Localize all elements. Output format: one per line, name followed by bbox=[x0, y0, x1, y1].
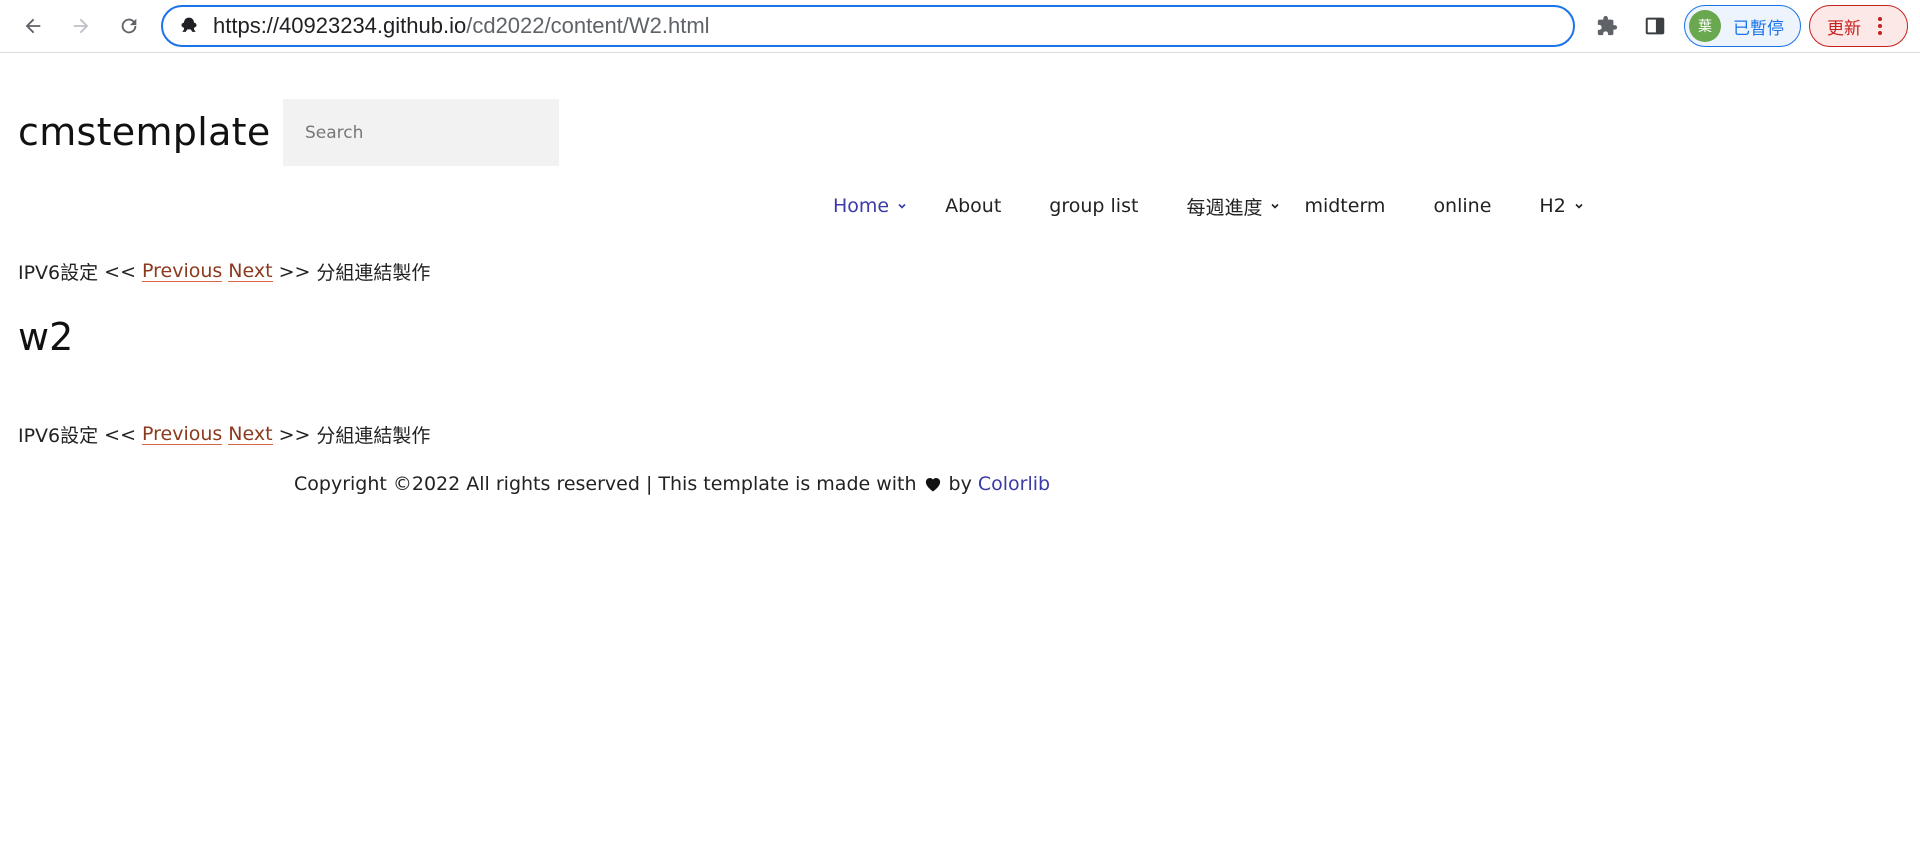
back-arrow-icon bbox=[25, 18, 41, 34]
nav-item-label: midterm bbox=[1304, 195, 1386, 217]
url-path: /cd2022/content/W2.html bbox=[466, 13, 710, 38]
address-bar[interactable]: https://40923234.github.io/cd2022/conten… bbox=[161, 5, 1575, 47]
prev-page-title: IPV6設定 bbox=[18, 425, 99, 447]
update-button[interactable]: 更新 bbox=[1809, 5, 1908, 47]
back-button[interactable] bbox=[16, 9, 50, 43]
prev-arrows: << bbox=[104, 423, 136, 446]
nav-item-label: online bbox=[1433, 195, 1492, 217]
nav-item-label: Home bbox=[833, 195, 890, 217]
page-title: w2 bbox=[18, 315, 74, 359]
chevron-down-icon bbox=[897, 201, 907, 211]
side-panel-button[interactable] bbox=[1638, 9, 1672, 43]
nav-item-about[interactable]: About bbox=[945, 195, 1001, 217]
reload-icon bbox=[121, 18, 137, 34]
nav-item-label: 每週進度 bbox=[1186, 196, 1263, 219]
nav-item-weekly-progress[interactable]: 每週進度 bbox=[1186, 193, 1280, 220]
heart-icon bbox=[923, 474, 943, 494]
main-nav: Home About group list 每週進度 midterm onlin… bbox=[833, 192, 1584, 220]
next-arrows: >> bbox=[278, 423, 311, 446]
puzzle-icon bbox=[1597, 15, 1618, 36]
update-label: 更新 bbox=[1827, 18, 1861, 39]
previous-link[interactable]: Previous bbox=[142, 260, 223, 283]
url-host: https://40923234.github.io bbox=[213, 13, 467, 38]
site-title[interactable]: cmstemplate bbox=[18, 110, 271, 154]
site-info-icon[interactable] bbox=[177, 14, 201, 38]
forward-button[interactable] bbox=[64, 9, 98, 43]
pager-bottom: IPV6設定 << Previous Next >> 分組連結製作 bbox=[18, 421, 430, 448]
footer: Copyright ©2022 All rights reserved | Th… bbox=[294, 473, 1050, 495]
extensions-button[interactable] bbox=[1590, 9, 1624, 43]
nav-item-label: group list bbox=[1049, 195, 1139, 217]
colorlib-link[interactable]: Colorlib bbox=[978, 473, 1050, 495]
nav-item-label: About bbox=[945, 195, 1002, 217]
search-input[interactable] bbox=[283, 99, 559, 166]
next-arrows: >> bbox=[278, 260, 311, 283]
nav-item-h2[interactable]: H2 bbox=[1539, 195, 1583, 217]
nav-item-midterm[interactable]: midterm bbox=[1304, 195, 1385, 217]
nav-item-online[interactable]: online bbox=[1433, 195, 1491, 217]
prev-page-title: IPV6設定 bbox=[18, 262, 99, 284]
chevron-down-icon bbox=[1270, 201, 1280, 211]
copyright-text: Copyright ©2022 All rights reserved | Th… bbox=[294, 473, 917, 495]
more-vert-icon bbox=[1878, 17, 1882, 35]
nav-item-label: H2 bbox=[1539, 195, 1566, 217]
side-panel-icon bbox=[1645, 17, 1665, 35]
avatar: 葉 bbox=[1689, 10, 1721, 42]
next-link[interactable]: Next bbox=[228, 260, 273, 283]
nav-item-group-list[interactable]: group list bbox=[1049, 195, 1138, 217]
previous-link[interactable]: Previous bbox=[142, 423, 223, 446]
footer-by: by bbox=[948, 473, 972, 495]
next-page-title: 分組連結製作 bbox=[316, 262, 431, 284]
prev-arrows: << bbox=[104, 260, 136, 283]
profile-button[interactable]: 葉 已暫停 bbox=[1684, 5, 1801, 47]
next-link[interactable]: Next bbox=[228, 423, 273, 446]
nav-item-home[interactable]: Home bbox=[833, 195, 907, 217]
next-page-title: 分組連結製作 bbox=[316, 425, 431, 447]
pager-top: IPV6設定 << Previous Next >> 分組連結製作 bbox=[18, 258, 430, 285]
profile-status-label: 已暫停 bbox=[1733, 18, 1784, 39]
browser-toolbar: https://40923234.github.io/cd2022/conten… bbox=[0, 0, 1920, 53]
url-text: https://40923234.github.io/cd2022/conten… bbox=[213, 13, 710, 39]
chevron-down-icon bbox=[1574, 201, 1584, 211]
reload-button[interactable] bbox=[112, 9, 146, 43]
forward-arrow-icon bbox=[73, 18, 89, 34]
